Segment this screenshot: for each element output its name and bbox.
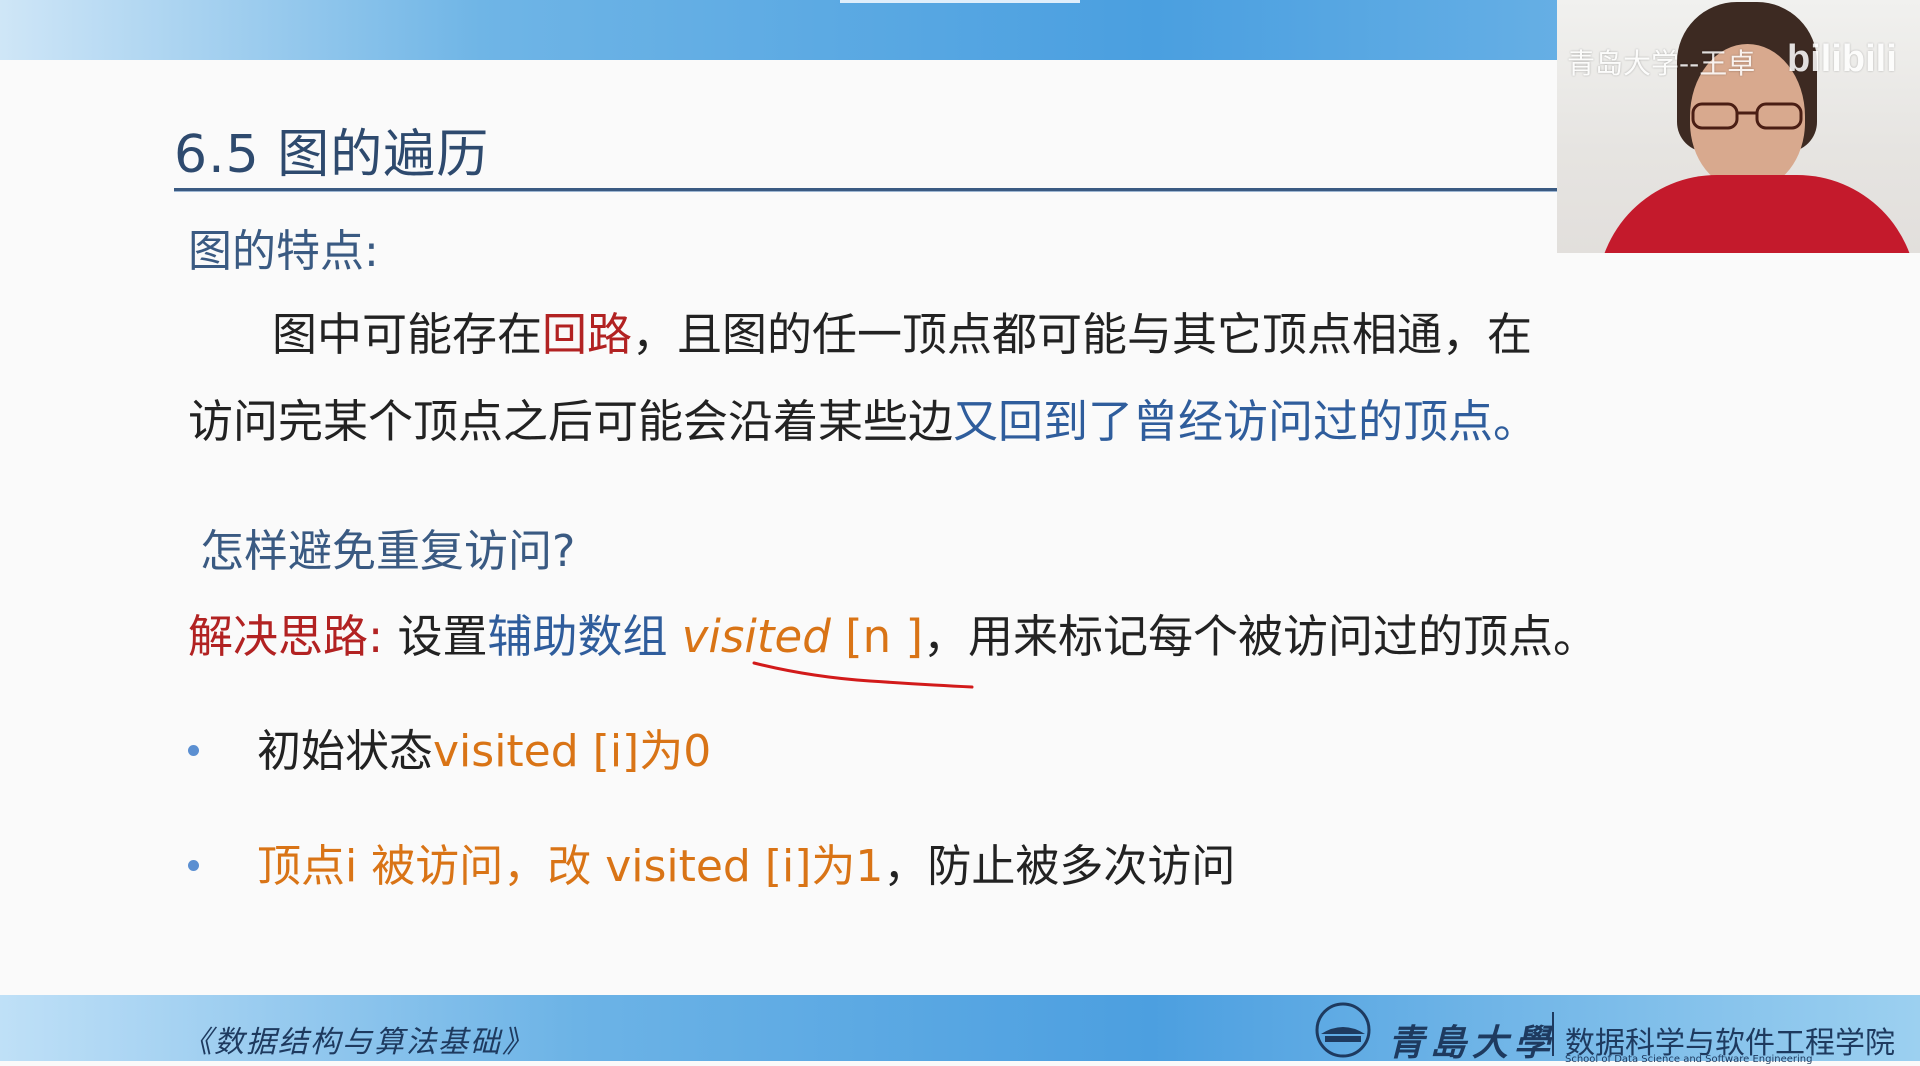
bullet-2-text-b: ，防止被多次访问 xyxy=(883,841,1236,892)
bullet-dot-icon xyxy=(188,859,199,871)
slide-subtitle: 图的特点: xyxy=(188,226,379,277)
paragraph-1-text-a: 图中可能存在 xyxy=(272,308,543,361)
bullet-dot-icon xyxy=(188,744,199,756)
question-heading: 怎样避免重复访问? xyxy=(200,526,576,577)
paragraph-2-text-a: 访问完某个顶点之后可能会沿着某些边 xyxy=(188,395,954,448)
webcam-overlay: 青岛大学--王卓 bilibili xyxy=(1557,0,1920,253)
slide-title: 6.5 图的遍历 xyxy=(174,125,490,185)
solution-label: 解决思路: xyxy=(188,610,384,663)
paragraph-1: 图中可能存在回路，且图的任一顶点都可能与其它顶点相通，在 xyxy=(188,298,1712,363)
bilibili-logo: bilibili xyxy=(1787,38,1897,80)
bullet-2-highlight: 顶点i 被访问，改 visited [i]为1 xyxy=(257,841,884,892)
bullet-item-1: 初始状态visited [i]为0 xyxy=(188,715,711,779)
solution-aux-array: 辅助数组 xyxy=(487,610,682,663)
university-name: 青島大學 xyxy=(1388,1022,1557,1064)
presenter-shirt xyxy=(1597,175,1917,253)
paragraph-2: 访问完某个顶点之后可能会沿着某些边又回到了曾经访问过的顶点。 xyxy=(188,385,1628,450)
bullet-item-2: 顶点i 被访问，改 visited [i]为1，防止被多次访问 xyxy=(188,830,1235,894)
university-emblem-icon xyxy=(1315,1002,1371,1058)
solution-text-a: 设置 xyxy=(383,610,488,663)
webcam-caption: 青岛大学--王卓 xyxy=(1567,47,1756,80)
solution-text-b: ，用来标记每个被访问过的顶点。 xyxy=(923,610,1599,663)
handwritten-underline xyxy=(752,661,974,689)
paragraph-1-text-b: ，且图的任一顶点都可能与其它顶点相通，在 xyxy=(632,308,1533,361)
bullet-1-text-a: 初始状态 xyxy=(257,726,433,777)
paragraph-2-highlight: 又回到了曾经访问过的顶点。 xyxy=(953,395,1539,448)
title-divider xyxy=(174,188,1558,192)
top-banner-marker xyxy=(840,0,1080,3)
footer-divider xyxy=(1552,1012,1554,1056)
course-title: 《数据结构与算法基础》 xyxy=(182,1025,534,1060)
paragraph-1-highlight: 回路 xyxy=(542,308,633,361)
glasses-icon xyxy=(1691,102,1803,130)
bullet-1-highlight: visited [i]为0 xyxy=(433,726,712,777)
college-name-english: School of Data Science and Software Engi… xyxy=(1565,1054,1813,1065)
